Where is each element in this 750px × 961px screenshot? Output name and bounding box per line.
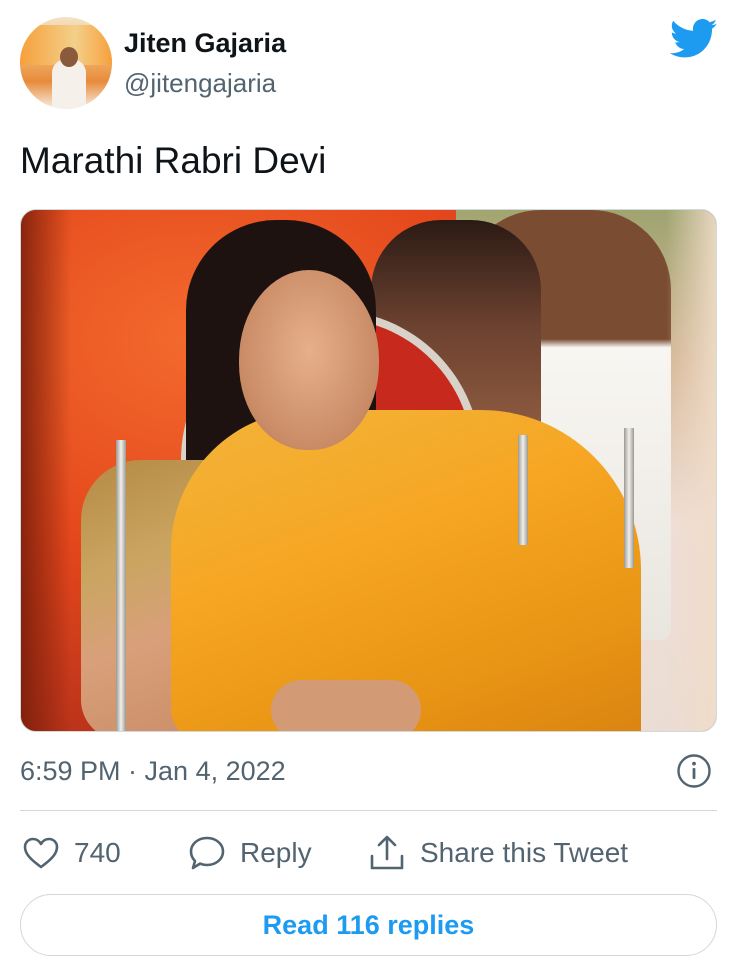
speech-bubble-icon <box>189 836 225 870</box>
share-label: Share this Tweet <box>420 837 629 868</box>
avatar[interactable] <box>20 17 112 109</box>
author-handle[interactable]: @jitengajaria <box>124 68 276 99</box>
heart-icon <box>23 837 59 869</box>
tweet-timestamp[interactable]: 6:59 PM · Jan 4, 2022 <box>20 756 286 787</box>
photo-chair-pole <box>116 440 126 731</box>
like-button[interactable]: 740 <box>22 833 121 873</box>
photo-chair-pole <box>518 435 528 545</box>
twitter-bird-icon[interactable] <box>670 18 718 60</box>
share-button[interactable]: Share this Tweet <box>368 833 628 873</box>
photo-chair-pole <box>624 428 634 568</box>
tweet-text: Marathi Rabri Devi <box>20 140 327 181</box>
reply-label: Reply <box>240 837 312 868</box>
info-icon[interactable] <box>676 753 712 789</box>
share-upload-icon <box>370 835 404 870</box>
photo-hands <box>271 680 421 731</box>
tweet-photo[interactable] <box>20 209 717 732</box>
avatar-head <box>60 47 78 67</box>
photo-blur-edge <box>666 210 716 731</box>
photo-woman-face <box>239 270 379 450</box>
like-count: 740 <box>74 837 121 868</box>
reply-button[interactable]: Reply <box>188 833 312 873</box>
photo-blur-edge <box>21 210 71 731</box>
divider <box>20 810 717 811</box>
author-name[interactable]: Jiten Gajaria <box>124 28 286 59</box>
read-replies-button[interactable]: Read 116 replies <box>20 894 717 956</box>
